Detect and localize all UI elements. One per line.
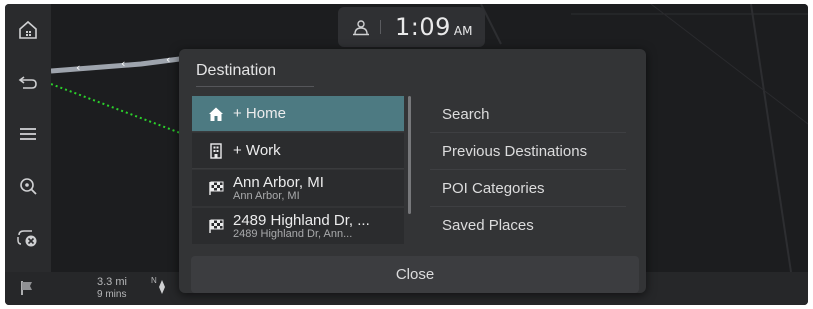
home-menu-icon bbox=[19, 20, 37, 39]
clock-ampm: AM bbox=[453, 24, 473, 38]
close-button[interactable]: Close bbox=[191, 256, 639, 293]
compass-needle-icon[interactable] bbox=[158, 280, 166, 294]
list-item-recent-2[interactable]: 2489 Highland Dr, ... 2489 Highland Dr, … bbox=[192, 208, 404, 244]
walking-path bbox=[51, 83, 184, 135]
trip-distance: 3.3 mi bbox=[97, 276, 127, 288]
list-item-work[interactable]: + Work bbox=[192, 133, 404, 169]
home-icon bbox=[209, 107, 223, 121]
clock-widget: 1:09 AM bbox=[338, 7, 485, 47]
zoom-search-icon bbox=[20, 178, 37, 195]
destination-options-list: Search Previous Destinations POI Categor… bbox=[430, 96, 626, 244]
menu-item-previous-destinations[interactable]: Previous Destinations bbox=[430, 133, 626, 170]
clock-separator bbox=[380, 20, 381, 34]
destination-flag-icon bbox=[21, 281, 32, 295]
left-rail bbox=[5, 4, 51, 272]
menu-item-saved-places[interactable]: Saved Places bbox=[430, 207, 626, 244]
list-item-label: Ann Arbor, MI bbox=[233, 173, 324, 191]
search-map-button[interactable] bbox=[5, 160, 51, 212]
route-direction-arrow: ‹ bbox=[166, 53, 170, 66]
clock-time: 1:09 bbox=[395, 13, 451, 41]
destination-dialog: Destination + Home + Work Ann Arbor, MI … bbox=[179, 49, 646, 293]
route-direction-arrow: ‹ bbox=[121, 57, 125, 70]
menu-item-search[interactable]: Search bbox=[430, 96, 626, 133]
user-sync-icon bbox=[353, 20, 369, 36]
map-road bbox=[650, 4, 808, 125]
checkered-flag-icon bbox=[209, 181, 224, 195]
back-button[interactable] bbox=[5, 56, 51, 108]
list-item-label: + Work bbox=[233, 141, 281, 159]
list-item-label: 2489 Highland Dr, ... bbox=[233, 211, 370, 229]
compass-north-label: N bbox=[151, 276, 157, 285]
building-icon bbox=[210, 142, 222, 159]
trip-duration: 9 mins bbox=[97, 289, 127, 300]
menu-item-poi-categories[interactable]: POI Categories bbox=[430, 170, 626, 207]
cancel-route-icon bbox=[17, 230, 37, 247]
back-arrow-icon bbox=[18, 76, 37, 89]
cancel-route-button[interactable] bbox=[5, 212, 51, 264]
checkered-flag-icon bbox=[209, 219, 224, 233]
list-item-sublabel: Ann Arbor, MI bbox=[233, 189, 300, 202]
list-item-recent-1[interactable]: Ann Arbor, MI Ann Arbor, MI bbox=[192, 170, 404, 206]
home-menu-button[interactable] bbox=[5, 4, 51, 56]
dialog-title: Destination bbox=[196, 62, 277, 79]
menu-icon bbox=[20, 128, 36, 140]
menu-button[interactable] bbox=[5, 108, 51, 160]
list-item-label: + Home bbox=[233, 104, 286, 122]
list-item-home[interactable]: + Home bbox=[192, 96, 404, 132]
title-divider bbox=[196, 86, 314, 87]
navigation-screen: ‹ ‹ ‹ 1:09 AM 3.3 mi 9 mins N Destinatio… bbox=[5, 4, 808, 305]
list-item-sublabel: 2489 Highland Dr, Ann... bbox=[233, 227, 353, 240]
quick-destination-list: + Home + Work Ann Arbor, MI Ann Arbor, M… bbox=[192, 96, 404, 244]
route-direction-arrow: ‹ bbox=[76, 61, 80, 74]
map-road bbox=[750, 4, 792, 272]
list-scrollbar[interactable] bbox=[408, 96, 411, 214]
